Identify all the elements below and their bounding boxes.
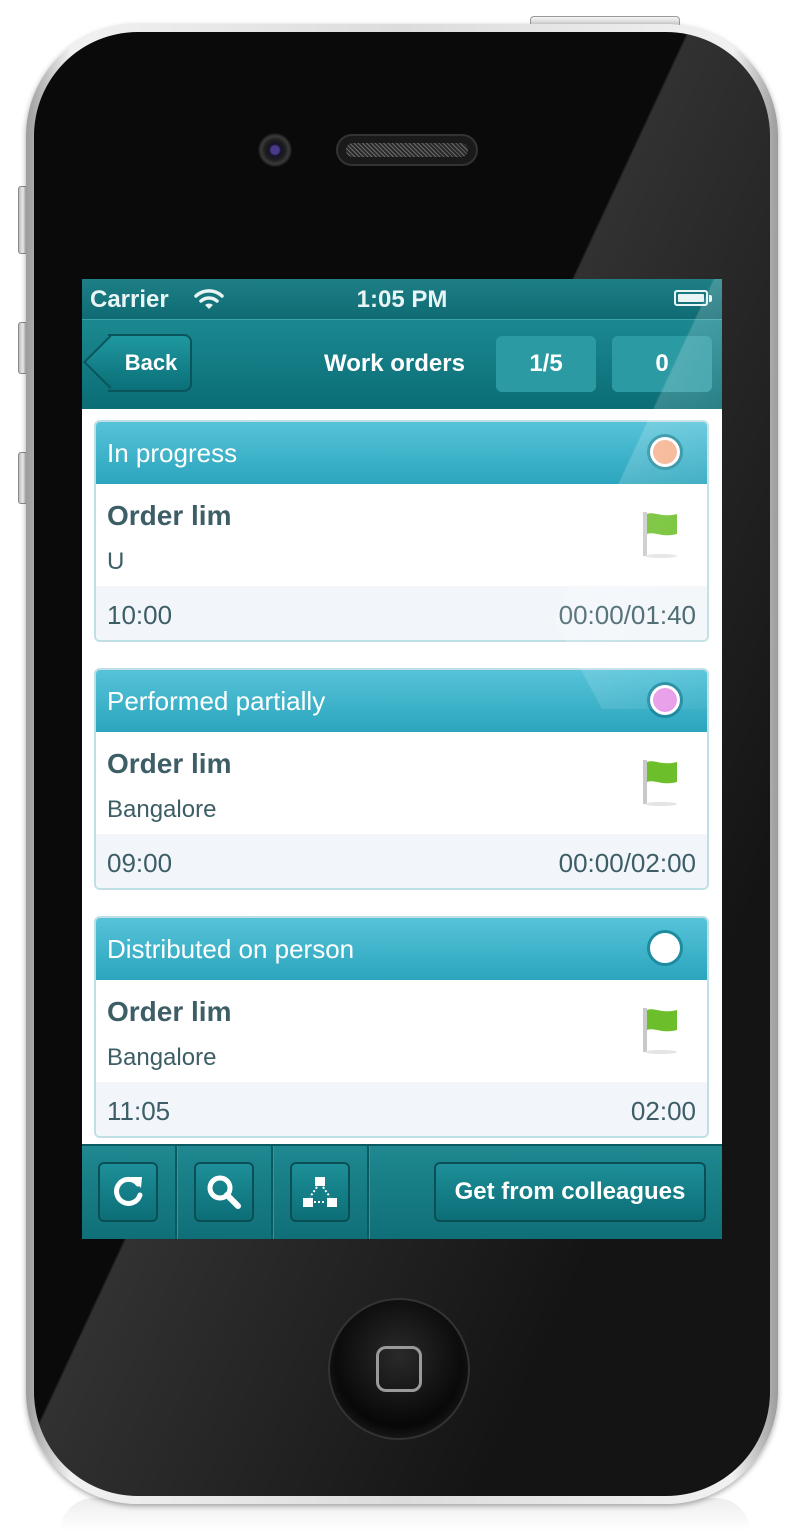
order-duration: 02:00 xyxy=(630,1096,696,1126)
card-body: Order lim U xyxy=(96,484,707,588)
card-footer: 09:00 00:00/02:00 xyxy=(96,834,707,888)
toolbar-divider xyxy=(271,1146,274,1239)
status-indicator-icon xyxy=(647,434,683,470)
card-body: Order lim Bangalore xyxy=(96,980,707,1084)
share-network-button[interactable] xyxy=(290,1162,350,1222)
page-title: Work orders xyxy=(324,350,465,377)
front-camera xyxy=(258,133,292,167)
toolbar-divider xyxy=(175,1146,178,1239)
green-flag-icon xyxy=(643,512,677,558)
card-footer: 11:05 02:00 xyxy=(96,1082,707,1136)
battery-icon xyxy=(674,290,712,306)
refresh-button[interactable] xyxy=(98,1162,158,1222)
status-indicator-icon xyxy=(647,682,683,718)
green-flag-icon xyxy=(643,760,677,806)
order-duration: 00:00/02:00 xyxy=(558,848,696,878)
work-order-list[interactable]: In progress Order lim U 10:00 00:00/01:4… xyxy=(82,409,722,1144)
earpiece-speaker xyxy=(336,134,478,166)
page-indicator-button[interactable]: 1/5 xyxy=(496,336,596,392)
card-status-header: Performed partially xyxy=(96,670,707,732)
green-flag-icon xyxy=(643,1008,677,1054)
count-badge-button[interactable]: 0 xyxy=(612,336,712,392)
order-start-time: 09:00 xyxy=(107,848,173,878)
status-bar: Carrier 1:05 PM xyxy=(82,279,722,319)
home-button[interactable] xyxy=(328,1298,470,1440)
get-from-colleagues-button[interactable]: Get from colleagues xyxy=(434,1162,706,1222)
home-square-icon xyxy=(376,1346,422,1392)
order-location: Bangalore xyxy=(107,796,217,823)
toolbar-divider xyxy=(367,1146,370,1239)
order-duration: 00:00/01:40 xyxy=(558,600,696,630)
order-card[interactable]: Performed partially Order lim Bangalore … xyxy=(94,668,709,890)
status-indicator-icon xyxy=(647,930,683,966)
card-body: Order lim Bangalore xyxy=(96,732,707,836)
app-screen: Carrier 1:05 PM Back Work orders 1/5 0 I… xyxy=(82,279,722,1239)
search-button[interactable] xyxy=(194,1162,254,1222)
order-location: Bangalore xyxy=(107,1044,217,1071)
card-status-header: Distributed on person xyxy=(96,918,707,980)
bottom-toolbar: Get from colleagues xyxy=(82,1144,722,1239)
navigation-bar: Back Work orders 1/5 0 xyxy=(82,319,722,409)
back-button[interactable]: Back xyxy=(83,334,192,392)
order-card[interactable]: Distributed on person Order lim Bangalor… xyxy=(94,916,709,1138)
refresh-icon xyxy=(114,1176,143,1206)
order-location: U xyxy=(107,548,125,575)
back-button-label: Back xyxy=(124,350,178,375)
search-icon xyxy=(207,1175,241,1209)
order-status-label: Performed partially xyxy=(107,686,326,716)
order-title: Order lim xyxy=(107,500,232,531)
order-status-label: In progress xyxy=(107,438,238,468)
order-title: Order lim xyxy=(107,996,232,1027)
status-clock: 1:05 PM xyxy=(356,286,448,313)
network-share-icon xyxy=(303,1177,337,1207)
order-card[interactable]: In progress Order lim U 10:00 00:00/01:4… xyxy=(94,420,709,642)
order-title: Order lim xyxy=(107,748,232,779)
card-status-header: In progress xyxy=(96,422,707,484)
order-start-time: 10:00 xyxy=(107,600,173,630)
order-status-label: Distributed on person xyxy=(107,934,355,964)
card-footer: 10:00 00:00/01:40 xyxy=(96,586,707,640)
order-start-time: 11:05 xyxy=(107,1096,171,1126)
